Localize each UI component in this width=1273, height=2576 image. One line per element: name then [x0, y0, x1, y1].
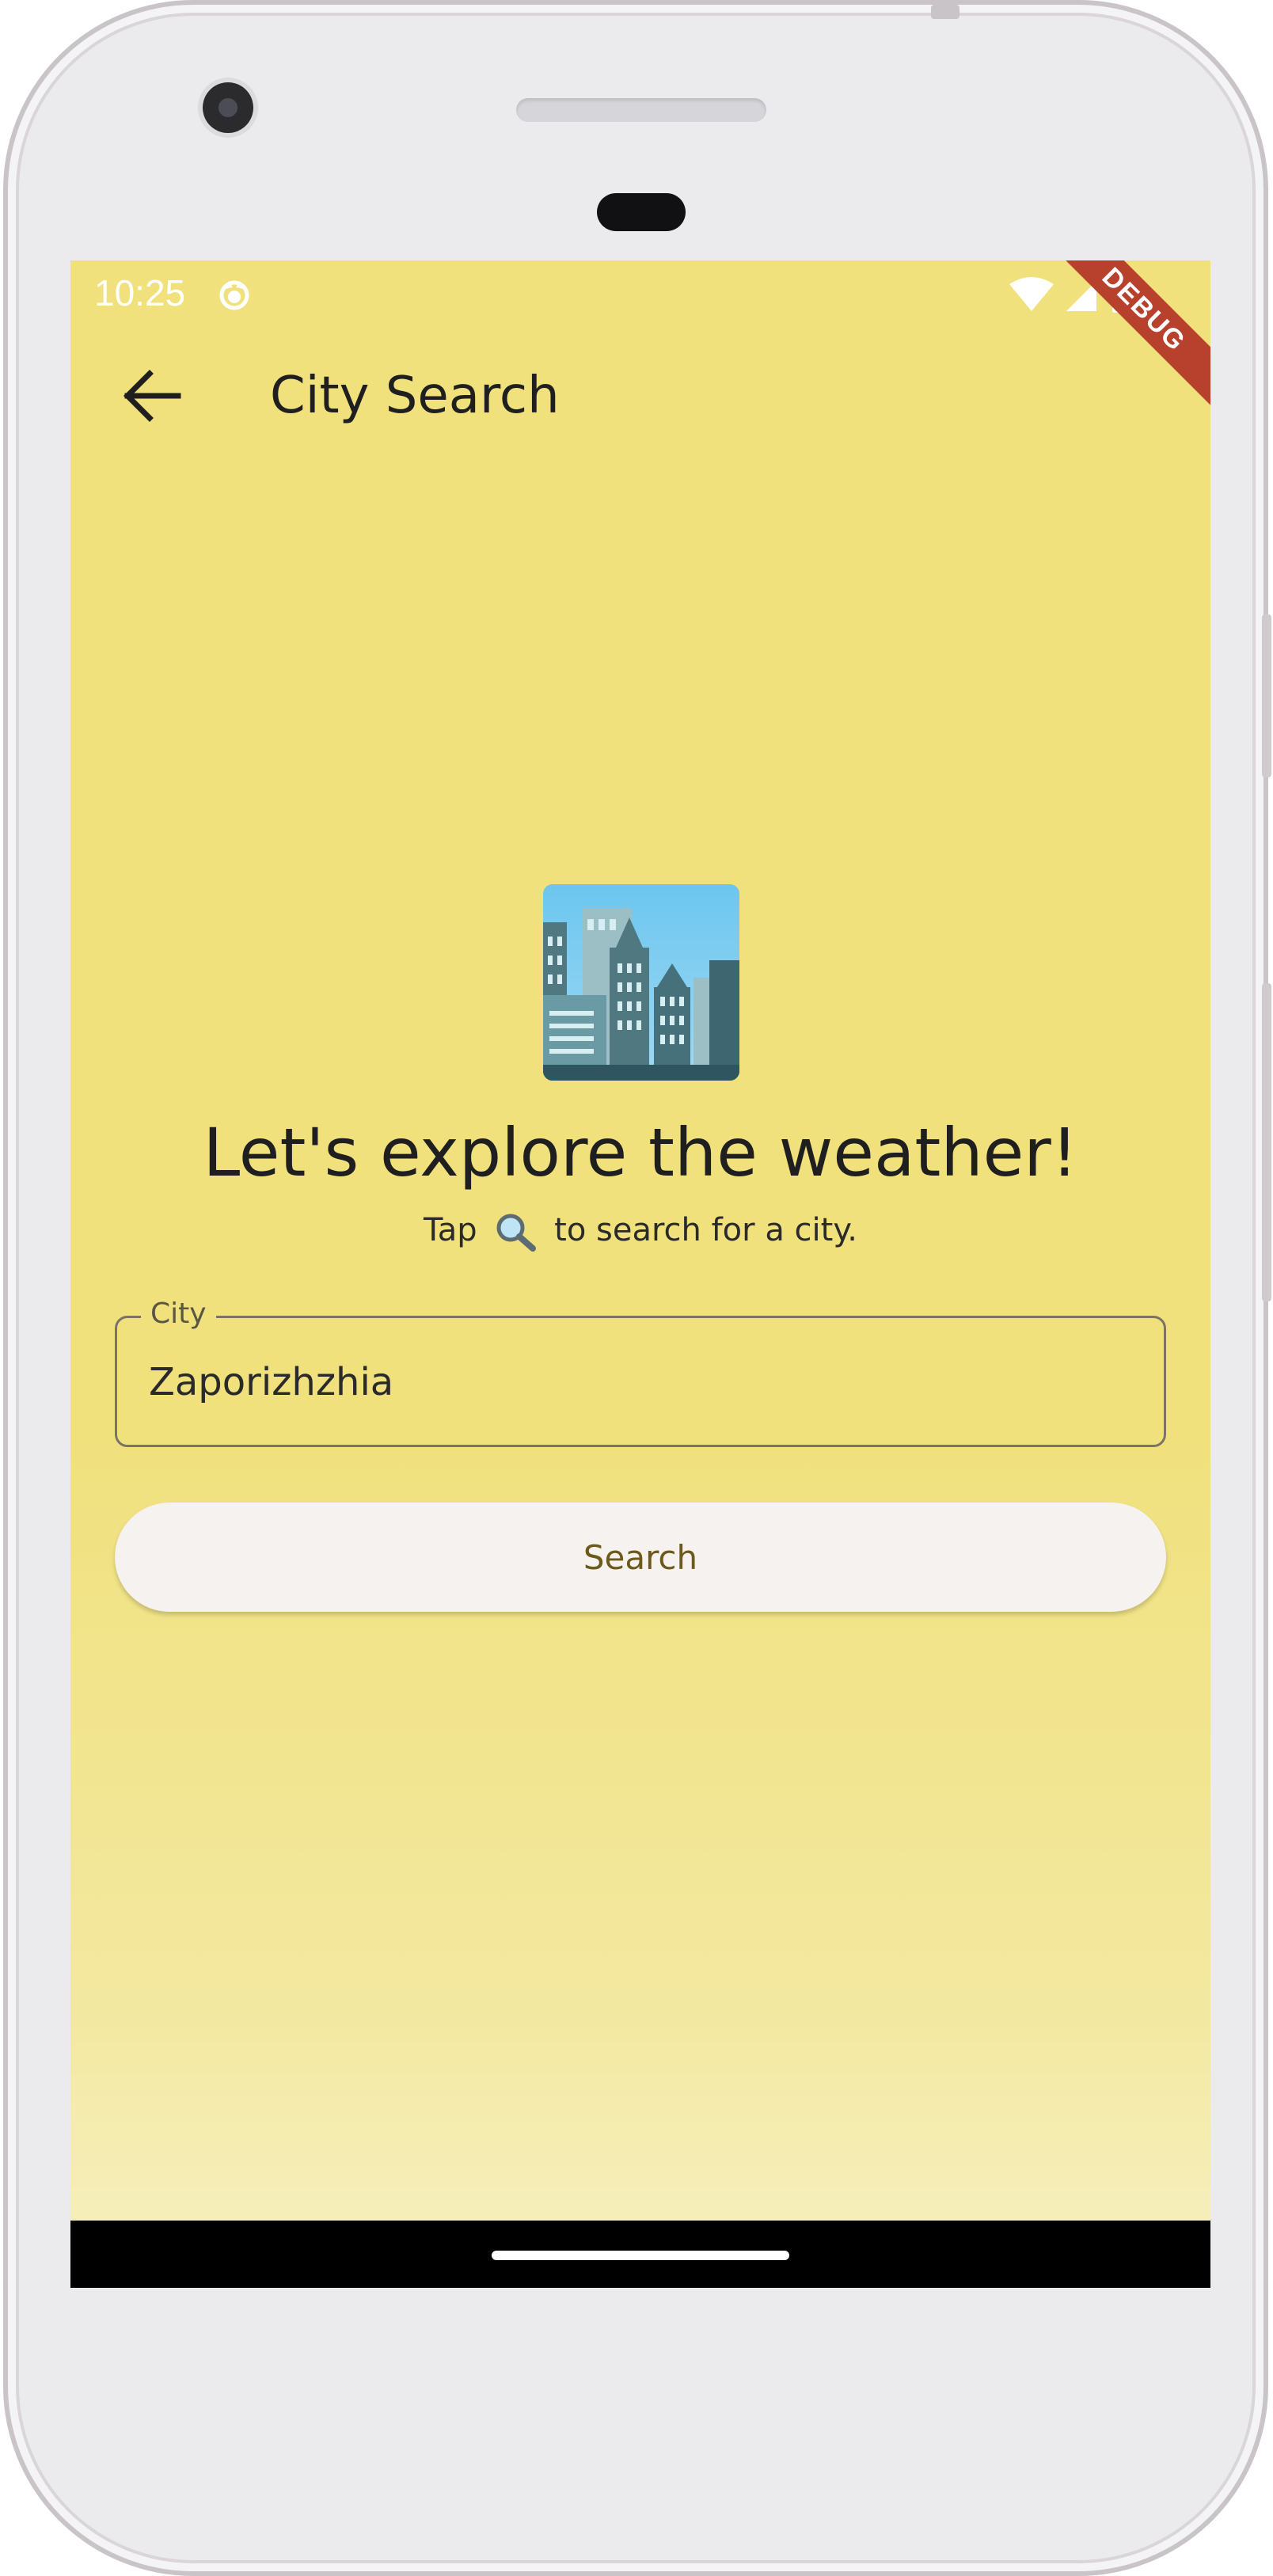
side-button-lower — [1262, 983, 1271, 1301]
notification-icon — [219, 280, 249, 310]
wifi-icon — [1009, 277, 1054, 311]
app-bar: City Search — [70, 329, 1210, 468]
status-time: 10:25 — [94, 272, 186, 313]
headline: Let's explore the weather! — [203, 1114, 1078, 1191]
phone-frame: 10:25 DEBUG City Search Let's explore th… — [3, 0, 1271, 2576]
city-field-label: City — [141, 1297, 216, 1330]
subline-before: Tap — [423, 1212, 477, 1248]
power-button — [931, 5, 960, 19]
subline-after: to search for a city. — [554, 1212, 858, 1248]
status-bar: 10:25 DEBUG — [70, 260, 1210, 420]
magnifier-icon — [496, 1214, 537, 1252]
arrow-back-icon — [124, 370, 181, 422]
city-input[interactable] — [149, 1354, 1130, 1410]
proximity-sensor — [597, 193, 686, 231]
city-field[interactable]: City — [115, 1297, 1166, 1447]
navigation-bar — [70, 2221, 1210, 2288]
page-title: City Search — [270, 367, 560, 425]
home-indicator[interactable] — [492, 2251, 789, 2260]
app-screen: 10:25 DEBUG City Search Let's explore th… — [70, 260, 1210, 2288]
subline: Tap to search for a city. — [70, 1210, 1210, 1252]
search-button[interactable]: Search — [115, 1503, 1166, 1612]
front-camera — [203, 82, 253, 133]
side-button-upper — [1262, 614, 1271, 777]
back-button[interactable] — [108, 352, 196, 439]
earpiece-speaker — [516, 98, 766, 122]
cityscape-icon — [543, 884, 739, 1081]
